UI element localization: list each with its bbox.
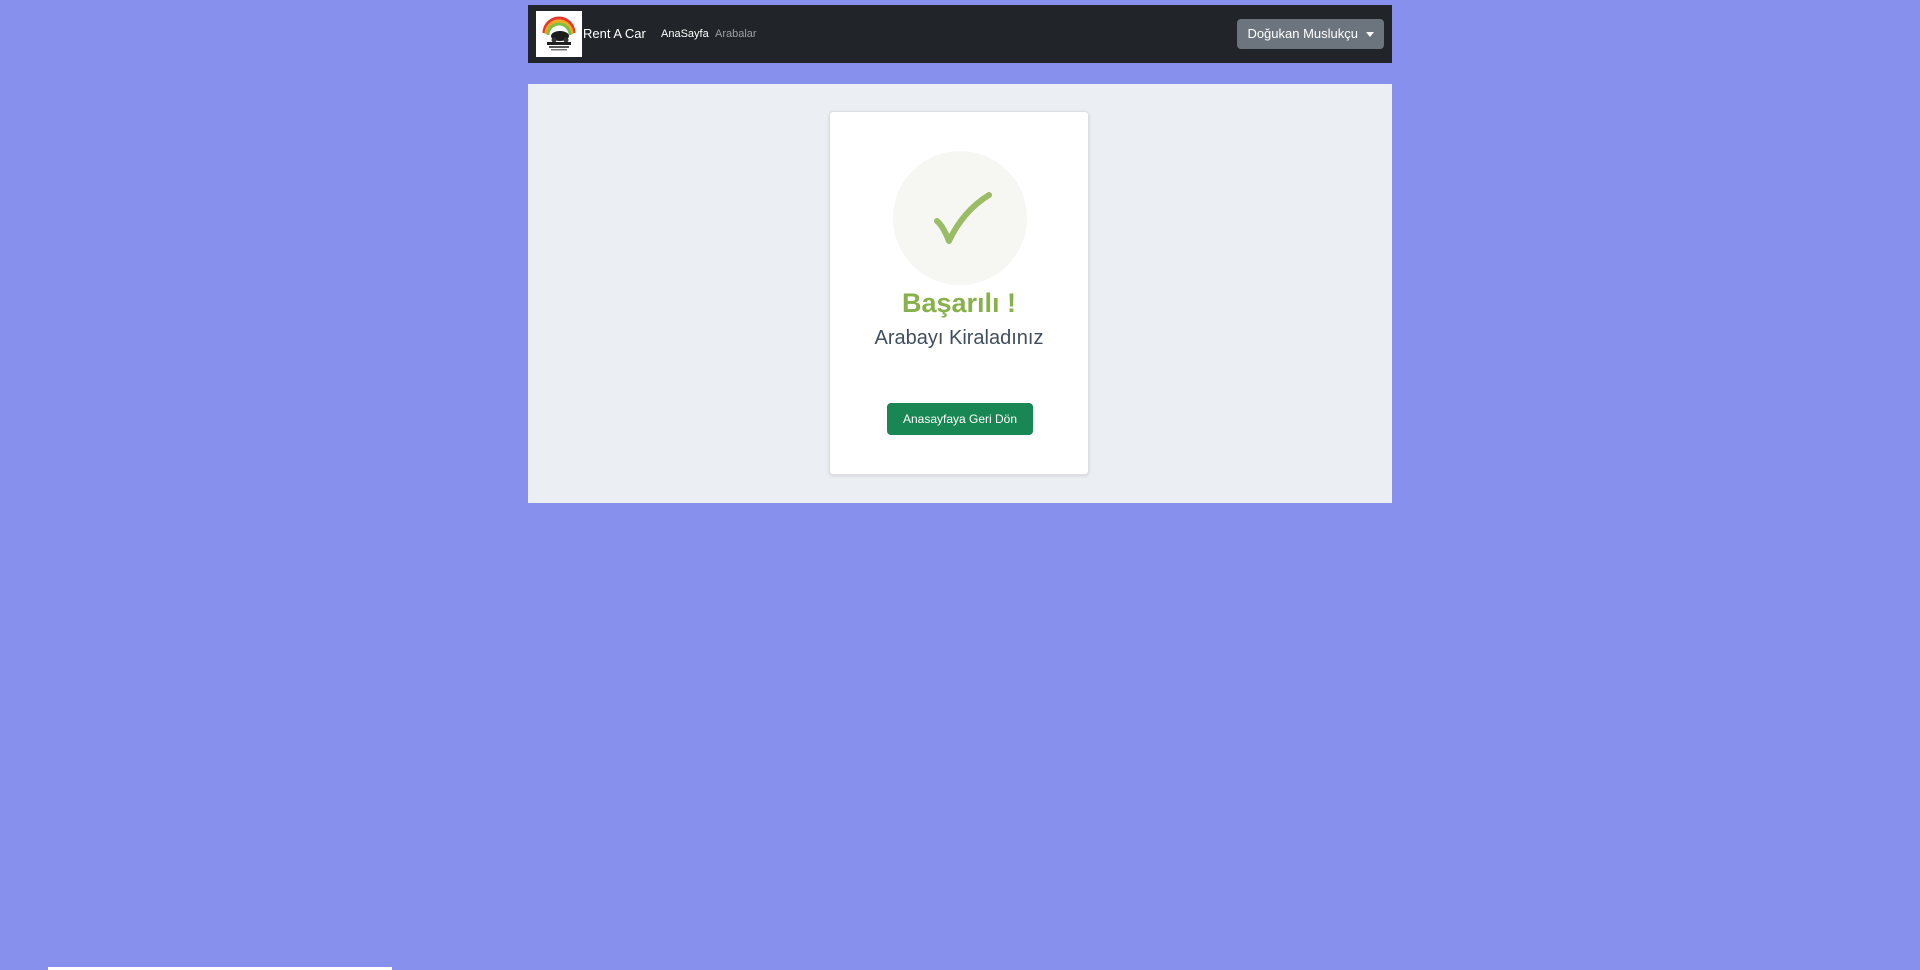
success-card: Başarılı ! Arabayı Kiraladınız Anasayfay… [829, 111, 1089, 475]
brand-logo[interactable] [536, 11, 582, 57]
success-message: Arabayı Kiraladınız [874, 327, 1044, 349]
back-to-home-button[interactable]: Anasayfaya Geri Dön [887, 403, 1033, 435]
rentacar-logo-icon [536, 11, 582, 57]
top-navbar: Rent A Car AnaSayfa Arabalar Doğukan Mus… [528, 5, 1392, 63]
caret-down-icon [1366, 31, 1374, 37]
brand-name-link[interactable]: Rent A Car [583, 5, 646, 63]
user-menu-dropdown[interactable]: Doğukan Muslukçu [1237, 19, 1384, 49]
success-icon-circle [893, 151, 1027, 285]
user-name-label: Doğukan Muslukçu [1247, 26, 1358, 41]
success-title: Başarılı ! [901, 288, 1017, 318]
main-content: Başarılı ! Arabayı Kiraladınız Anasayfay… [528, 84, 1392, 503]
nav-link-cars[interactable]: Arabalar [715, 5, 757, 63]
nav-link-home[interactable]: AnaSayfa [661, 5, 709, 63]
checkmark-icon [934, 192, 992, 244]
